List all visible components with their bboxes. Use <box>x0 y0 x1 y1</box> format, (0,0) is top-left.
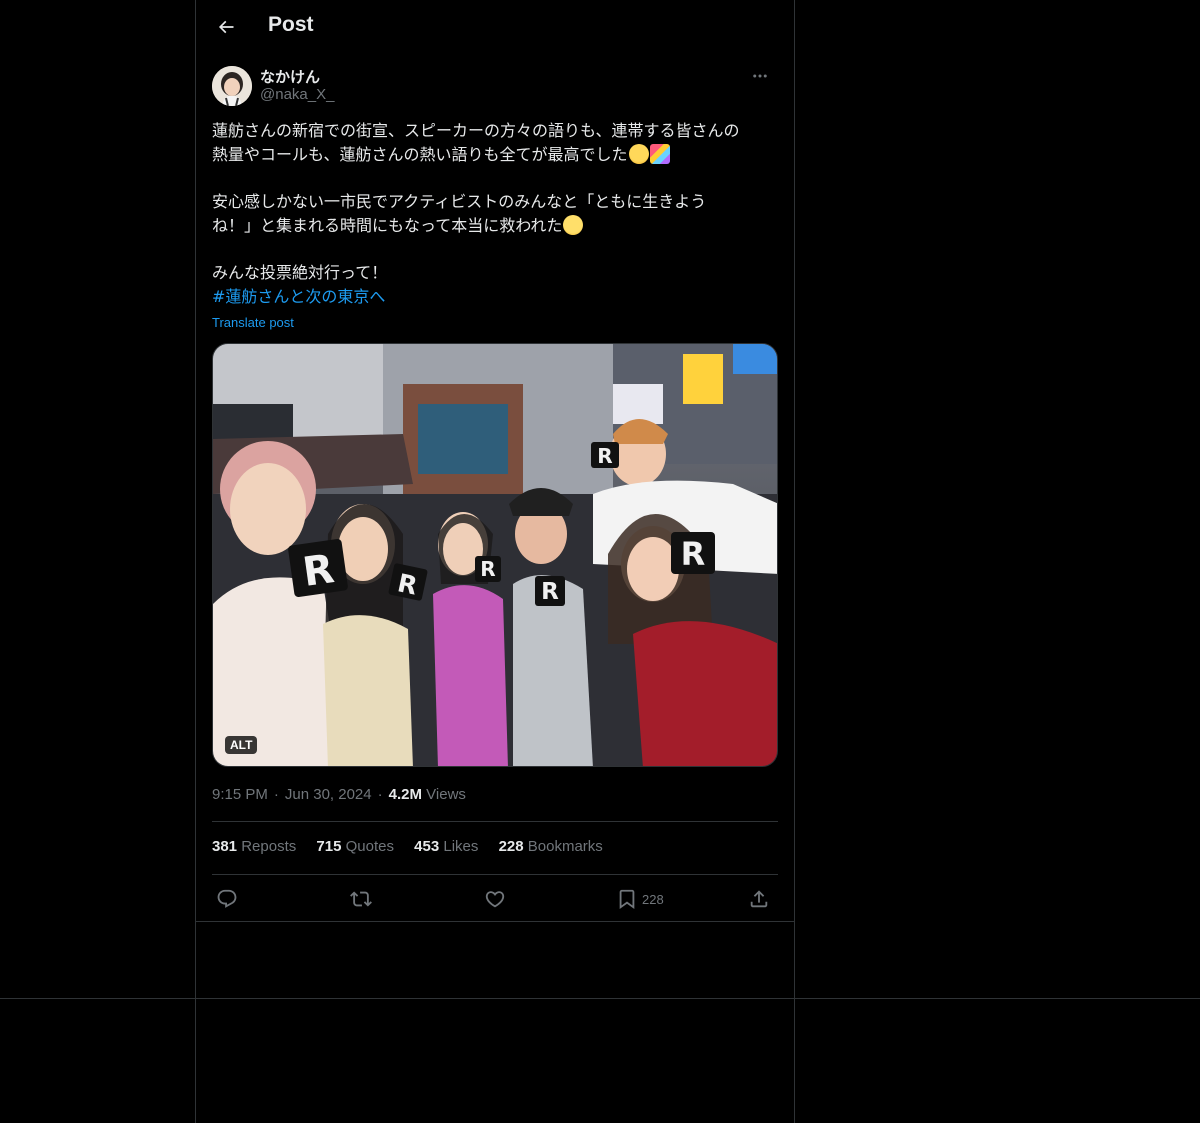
author-display-name[interactable]: なかけん <box>260 66 320 87</box>
share-icon <box>750 890 768 908</box>
svg-text:R: R <box>541 579 559 605</box>
post-stats: 381 Reposts 715 Quotes 453 Likes 228 Boo… <box>212 838 619 855</box>
post-header: Post <box>196 0 794 54</box>
views-count: 4.2M <box>388 786 422 803</box>
post-text-line: 安心感しかない一市民でアクティビストのみんなと「ともに生きよう <box>212 192 707 211</box>
post-actions: 228 <box>212 884 778 914</box>
crying-face-emoji <box>628 144 649 164</box>
svg-text:R: R <box>597 444 612 468</box>
separator: · <box>377 786 383 803</box>
heart-icon <box>485 891 505 908</box>
avatar[interactable] <box>212 66 252 106</box>
views-label: Views <box>426 786 466 803</box>
quotes-count: 715 <box>316 838 342 855</box>
post-date[interactable]: Jun 30, 2024 <box>285 786 372 803</box>
post-photo[interactable]: R R R R R R ALT <box>212 343 778 767</box>
avatar-image <box>212 66 252 106</box>
svg-text:R: R <box>681 535 706 573</box>
r-sign: R <box>671 532 715 574</box>
alt-text-badge[interactable]: ALT <box>225 736 258 754</box>
more-options-button[interactable] <box>746 64 774 88</box>
bookmarks-label: Bookmarks <box>527 838 603 855</box>
page: Post なかけん @naka_X_ 蓮舫さんの新宿での街宣、スピーカーの方々の… <box>0 0 1200 1123</box>
like-button[interactable] <box>484 887 506 911</box>
post-text-line: 蓮舫さんの新宿での街宣、スピーカーの方々の語りも、連帯する皆さんの <box>212 121 740 140</box>
quotes-stat[interactable]: 715 Quotes <box>316 838 394 855</box>
post-text-line: ね！」と集まれる時間にもなって本当に救われた <box>212 216 563 235</box>
post-bottom-border <box>196 921 794 922</box>
svg-text:R: R <box>300 546 337 596</box>
post-time[interactable]: 9:15 PM <box>212 786 268 803</box>
bookmarks-count: 228 <box>498 838 524 855</box>
photo-image: R R R R R R <box>213 344 777 766</box>
r-sign: R <box>475 556 501 582</box>
holding-back-tears-emoji <box>563 215 584 235</box>
likes-count: 453 <box>414 838 440 855</box>
back-button[interactable] <box>210 11 242 43</box>
divider <box>212 874 778 875</box>
r-sign: R <box>535 576 565 606</box>
translate-post-link[interactable]: Translate post <box>212 315 294 330</box>
reposts-label: Reposts <box>241 838 297 855</box>
reposts-count: 381 <box>212 838 238 855</box>
more-icon <box>753 74 767 78</box>
r-sign: R <box>591 442 619 468</box>
repost-button[interactable] <box>350 887 372 911</box>
separator: · <box>273 786 279 803</box>
bookmarks-stat[interactable]: 228 Bookmarks <box>499 838 603 855</box>
likes-stat[interactable]: 453 Likes <box>414 838 478 855</box>
repost-icon <box>350 891 372 907</box>
post-meta: 9:15 PM · Jun 30, 2024 · 4.2M Views <box>212 786 466 803</box>
post-author: なかけん @naka_X_ <box>212 64 778 108</box>
post-text-line: みんな投票絶対行って！ <box>212 263 388 282</box>
reply-button[interactable] <box>216 887 238 911</box>
page-title: Post <box>268 13 314 36</box>
post-text: 蓮舫さんの新宿での街宣、スピーカーの方々の語りも、連帯する皆さんの 熱量やコール… <box>212 119 778 309</box>
r-sign: R <box>288 539 348 597</box>
reply-icon <box>217 889 237 908</box>
hashtag-link[interactable]: #蓮舫さんと次の東京へ <box>212 287 385 306</box>
svg-text:R: R <box>480 557 495 581</box>
bookmark-count: 228 <box>642 891 664 907</box>
main-column: Post なかけん @naka_X_ 蓮舫さんの新宿での街宣、スピーカーの方々の… <box>195 0 795 1123</box>
post-text-line: 熱量やコールも、蓮舫さんの熱い語りも全てが最高でした <box>212 145 628 164</box>
back-arrow-icon <box>218 20 234 34</box>
bookmark-button[interactable]: 228 <box>616 887 664 911</box>
party-popper-emoji <box>649 144 670 164</box>
bookmark-icon <box>619 889 635 910</box>
quotes-label: Quotes <box>345 838 394 855</box>
author-handle[interactable]: @naka_X_ <box>260 86 334 103</box>
likes-label: Likes <box>443 838 479 855</box>
share-button[interactable] <box>748 887 770 911</box>
reposts-stat[interactable]: 381 Reposts <box>212 838 296 855</box>
divider <box>212 821 778 822</box>
